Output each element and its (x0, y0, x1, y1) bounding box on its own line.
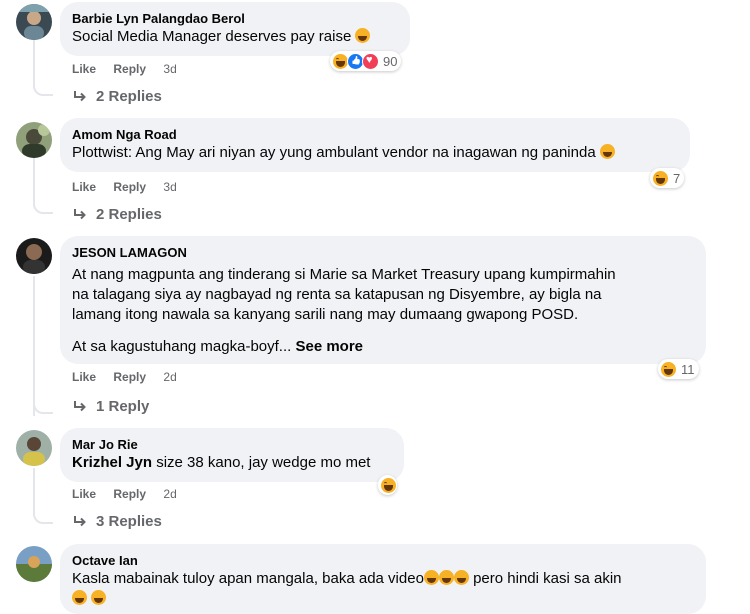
comment-bubble: JESON LAMAGON At nang magpunta ang tinde… (60, 236, 706, 364)
reply-arrow-icon (74, 90, 86, 101)
laugh-emoji-icon (423, 570, 439, 585)
reply-arrow-icon (74, 208, 86, 219)
haha-reaction-icon (652, 169, 669, 187)
comment-author[interactable]: Amom Nga Road (72, 126, 678, 143)
reaction-summary[interactable] (378, 475, 397, 495)
reaction-count: 90 (383, 53, 398, 69)
thread-connector (33, 508, 53, 524)
timestamp[interactable]: 2d (163, 370, 176, 384)
timestamp[interactable]: 2d (163, 487, 176, 501)
comment-actions: Like Reply 3d (72, 62, 191, 76)
reaction-summary[interactable]: 90 (330, 51, 402, 71)
like-button[interactable]: Like (72, 370, 96, 384)
comment-text: Krizhel Jyn size 38 kano, jay wedge mo m… (72, 453, 392, 473)
comment-text-body: Social Media Manager deserves pay raise (72, 28, 352, 45)
laugh-emoji-icon (91, 590, 107, 605)
reaction-count: 7 (673, 170, 681, 186)
replies-count-label: 3 Replies (96, 513, 162, 530)
reply-arrow-icon (74, 400, 86, 411)
reply-arrow-icon (74, 515, 86, 526)
comment-author[interactable]: Octave Ian (72, 552, 694, 569)
love-reaction-icon (362, 52, 379, 70)
replies-count-label: 2 Replies (96, 206, 162, 223)
comment-actions: Like Reply 2d (72, 487, 191, 501)
reply-button[interactable]: Reply (113, 370, 146, 384)
comment-bubble: Barbie Lyn Palangdao Berol Social Media … (60, 2, 410, 56)
reaction-summary[interactable]: 11 (658, 359, 699, 379)
laugh-emoji-icon (438, 570, 454, 585)
comment-author[interactable]: Mar Jo Rie (72, 436, 392, 453)
thread-line (33, 276, 35, 416)
like-button[interactable]: Like (72, 487, 96, 501)
replies-count-label: 2 Replies (96, 88, 162, 105)
see-more-link[interactable]: See more (295, 338, 363, 355)
laugh-emoji-icon (453, 570, 469, 585)
comment-text-line: lamang itong nawala sa kanyang sarili na… (72, 306, 579, 323)
avatar[interactable] (16, 430, 52, 466)
comment-text-body: pero hindi kasi sa akin (468, 570, 622, 587)
comment-text-line: At nang magpunta ang tinderang si Marie … (72, 266, 616, 283)
comment-text-truncated: At sa kagustuhang magka-boyf... (72, 338, 292, 355)
view-replies-link[interactable]: 2 Replies (72, 88, 162, 105)
reply-button[interactable]: Reply (113, 487, 146, 501)
laugh-emoji-icon (599, 144, 615, 159)
timestamp[interactable]: 3d (163, 180, 176, 194)
comment-text: Plottwist: Ang May ari niyan ay yung amb… (72, 143, 678, 163)
thread-connector (33, 398, 53, 414)
reply-button[interactable]: Reply (113, 180, 146, 194)
comment-text: Social Media Manager deserves pay raise (72, 27, 398, 47)
thread-connector (33, 80, 53, 96)
view-replies-link[interactable]: 1 Reply (72, 398, 149, 415)
reply-button[interactable]: Reply (113, 62, 146, 76)
comment-bubble: Amom Nga Road Plottwist: Ang May ari niy… (60, 118, 690, 172)
view-replies-link[interactable]: 3 Replies (72, 513, 162, 530)
reaction-summary[interactable]: 7 (650, 168, 685, 188)
reaction-count: 11 (681, 361, 695, 377)
comment-bubble: Mar Jo Rie Krizhel Jyn size 38 kano, jay… (60, 428, 404, 482)
haha-reaction-icon (660, 360, 677, 378)
avatar[interactable] (16, 546, 52, 582)
mentioned-user-tag[interactable]: Krizhel Jyn (72, 454, 152, 471)
laugh-emoji-icon (355, 28, 371, 43)
haha-reaction-icon (380, 476, 397, 494)
thread-connector (33, 198, 53, 214)
like-button[interactable]: Like (72, 62, 96, 76)
like-button[interactable]: Like (72, 180, 96, 194)
avatar[interactable] (16, 238, 52, 274)
comment-text-line: At sa kagustuhang magka-boyf... See more (72, 337, 694, 357)
replies-count-label: 1 Reply (96, 398, 150, 415)
comment-text-line: na talagang siya ay nagbayad ng renta sa… (72, 286, 602, 303)
avatar[interactable] (16, 4, 52, 40)
comment-actions: Like Reply 3d (72, 180, 191, 194)
avatar[interactable] (16, 122, 52, 158)
timestamp[interactable]: 3d (163, 62, 176, 76)
comment-bubble: Octave Ian Kasla mabainak tuloy apan man… (60, 544, 706, 614)
comment-author[interactable]: Barbie Lyn Palangdao Berol (72, 10, 398, 27)
view-replies-link[interactable]: 2 Replies (72, 206, 162, 223)
comment-text-body: Plottwist: Ang May ari niyan ay yung amb… (72, 144, 596, 161)
laugh-emoji-icon (72, 590, 87, 605)
comment-text-emojis (72, 589, 694, 609)
comment-text-body: size 38 kano, jay wedge mo met (152, 454, 371, 471)
comment-author[interactable]: JESON LAMAGON (72, 244, 694, 261)
comment-text: Kasla mabainak tuloy apan mangala, baka … (72, 569, 694, 589)
comment-actions: Like Reply 2d (72, 370, 191, 384)
comment-text-body: Kasla mabainak tuloy apan mangala, baka … (72, 570, 424, 587)
